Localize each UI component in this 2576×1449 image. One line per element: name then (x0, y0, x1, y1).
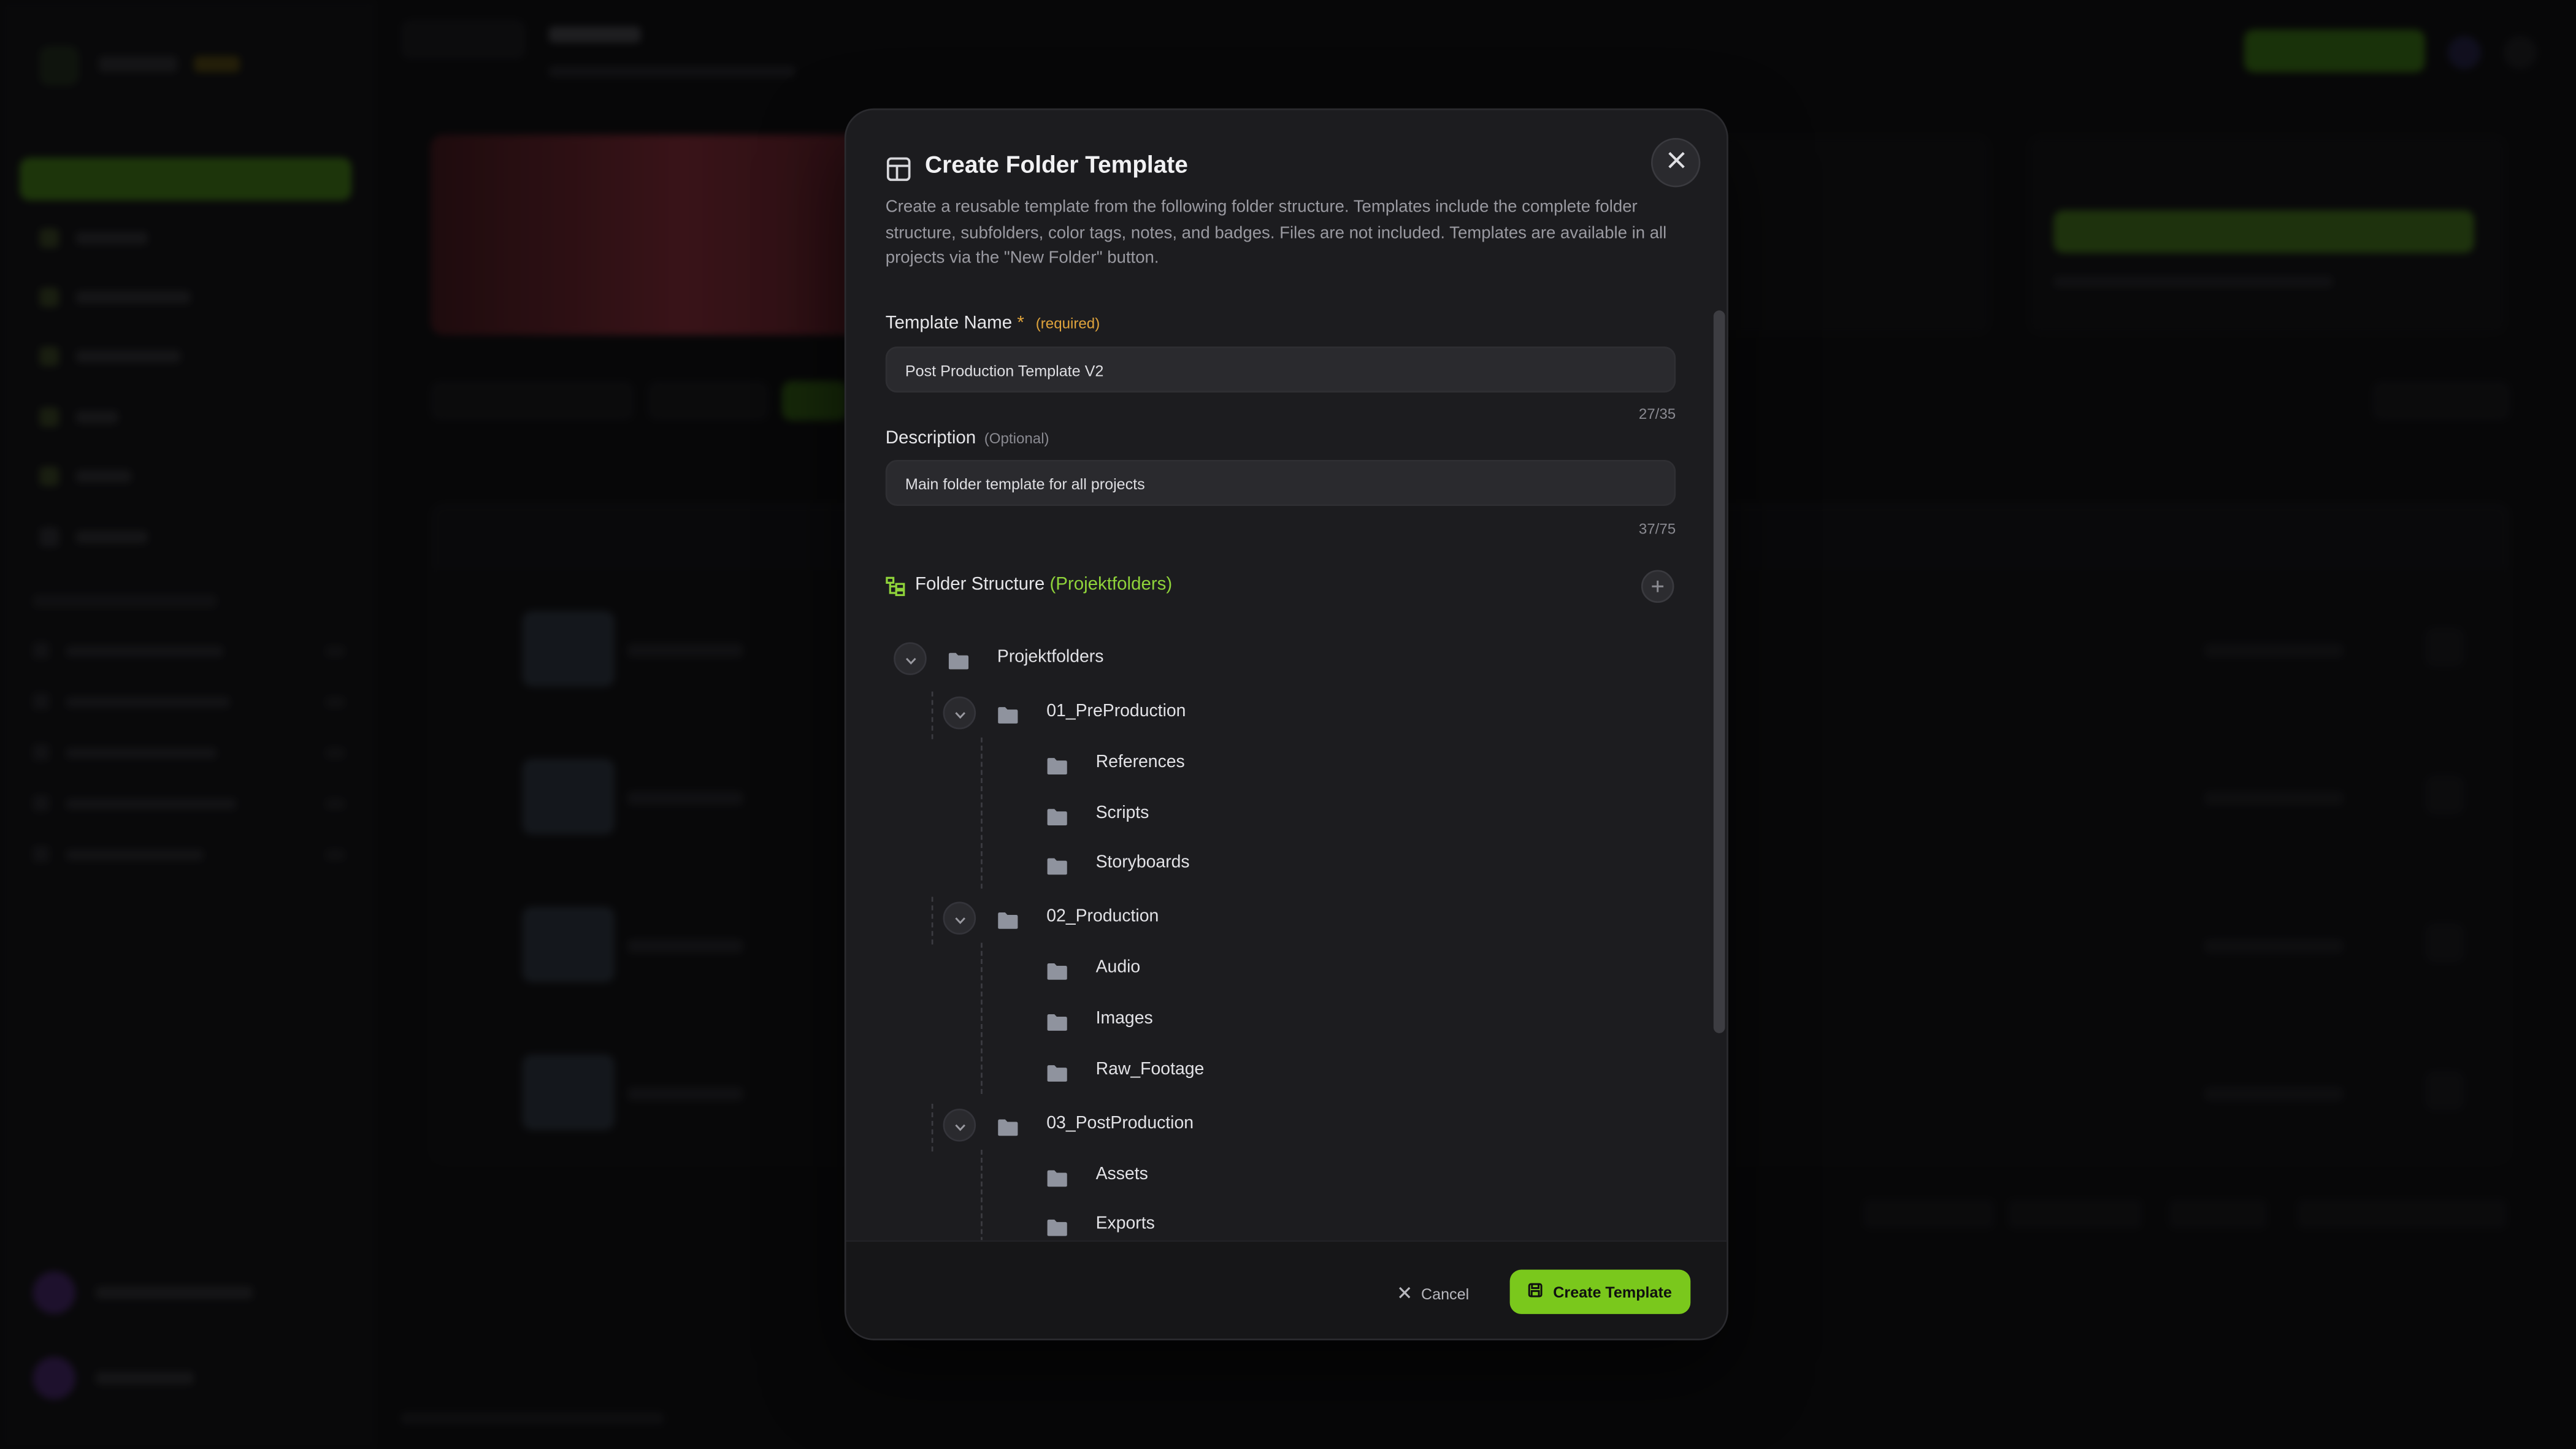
folder-name-child: Raw_Footage (1095, 1058, 1205, 1079)
folder-structure-label: Folder Structure (914, 575, 1045, 595)
folder-icon (1046, 804, 1068, 825)
dialog-title: Create Folder Template (925, 153, 1188, 179)
save-icon (1528, 1283, 1543, 1301)
folder-structure-title: Folder Structure (Projektfolders) (915, 575, 1172, 595)
template-name-label-text: Template Name (885, 313, 1013, 334)
tree-guide-line (981, 1149, 983, 1241)
tree-guide-line (981, 943, 983, 1095)
template-name-counter: 27/35 (1638, 405, 1676, 422)
dialog-footer: Cancel Create Template (846, 1240, 1727, 1339)
template-name-label: Template Name * (required) (886, 314, 1100, 334)
description-label: Description (Optional) (886, 429, 1049, 448)
folder-tree: Projektfolders 01_PreProduction References… (846, 619, 1713, 1241)
folder-icon (1046, 1166, 1068, 1187)
optional-note: (Optional) (984, 430, 1049, 447)
chevron-down-icon (905, 644, 916, 673)
close-icon (1666, 148, 1684, 177)
folder-node[interactable]: Raw_Footage (846, 1050, 1713, 1090)
folder-icon (1046, 1216, 1068, 1237)
folder-icon (1046, 1060, 1068, 1081)
description-counter: 37/75 (1638, 521, 1676, 537)
folder-name-child: Storyboards (1095, 852, 1190, 873)
required-star: * (1017, 313, 1024, 334)
folder-node[interactable]: Images (846, 1000, 1713, 1039)
folder-icon (997, 1115, 1019, 1136)
chevron-down-icon (954, 1110, 965, 1139)
folder-icon (1046, 754, 1068, 774)
chevron-down-icon (954, 904, 965, 933)
plus-icon (1651, 572, 1664, 601)
template-layout-icon (886, 156, 912, 182)
dialog-description: Create a reusable template from the foll… (885, 199, 1667, 269)
folder-structure-root-name: (Projektfolders) (1049, 575, 1173, 595)
tree-guide-line (931, 897, 933, 945)
description-input[interactable] (885, 460, 1676, 507)
template-name-input[interactable] (885, 346, 1676, 393)
tree-guide-line (931, 691, 933, 740)
folder-name-child: Exports (1095, 1214, 1155, 1234)
folder-name-group: 02_Production (1046, 907, 1159, 927)
folder-name-child: Images (1095, 1008, 1153, 1028)
create-template-button[interactable]: Create Template (1509, 1269, 1691, 1314)
folder-name-child: Audio (1095, 958, 1141, 978)
folder-icon (948, 649, 970, 670)
folder-node[interactable]: Exports (846, 1206, 1713, 1241)
x-icon (1398, 1283, 1411, 1301)
collapse-toggle-button[interactable] (894, 642, 927, 675)
folder-name-group: 01_PreProduction (1046, 701, 1186, 721)
folder-name-group: 03_PostProduction (1046, 1113, 1194, 1133)
folder-icon (997, 909, 1019, 930)
folder-node[interactable]: Storyboards (846, 844, 1713, 884)
collapse-toggle-button[interactable] (943, 696, 976, 730)
tree-guide-line (931, 1103, 933, 1151)
cancel-label: Cancel (1420, 1283, 1470, 1302)
folder-node-expandable[interactable]: 03_PostProduction (846, 1105, 1713, 1144)
add-folder-button[interactable] (1641, 570, 1674, 603)
close-button[interactable] (1650, 138, 1701, 188)
folder-name-child: References (1095, 752, 1185, 772)
scrollbar[interactable] (1713, 310, 1725, 1033)
folder-icon (1046, 854, 1068, 875)
folder-icon (1046, 1010, 1068, 1031)
folder-node[interactable]: References (846, 744, 1713, 783)
required-note: (required) (1035, 315, 1100, 332)
description-label-text: Description (885, 429, 976, 449)
create-folder-template-dialog: Create Folder Template Create a reusable… (844, 108, 1728, 1340)
folder-icon (997, 703, 1019, 724)
create-template-label: Create Template (1553, 1282, 1672, 1301)
folder-node[interactable]: Audio (846, 950, 1713, 989)
folder-node[interactable]: Assets (846, 1156, 1713, 1195)
folder-icon (1046, 960, 1068, 981)
folder-node-expandable[interactable]: Projektfolders (846, 639, 1713, 678)
folder-tree-icon (886, 575, 905, 597)
cancel-button[interactable]: Cancel (1392, 1275, 1476, 1311)
collapse-toggle-button[interactable] (943, 902, 976, 935)
folder-name-child: Scripts (1095, 802, 1149, 822)
chevron-down-icon (954, 698, 965, 727)
folder-node-expandable[interactable]: 01_PreProduction (846, 693, 1713, 732)
folder-node[interactable]: Scripts (846, 794, 1713, 833)
folder-node-expandable[interactable]: 02_Production (846, 899, 1713, 938)
collapse-toggle-button[interactable] (943, 1107, 976, 1141)
tree-guide-line (981, 737, 983, 889)
folder-name-root: Projektfolders (997, 647, 1104, 667)
folder-name-child: Assets (1095, 1164, 1148, 1184)
